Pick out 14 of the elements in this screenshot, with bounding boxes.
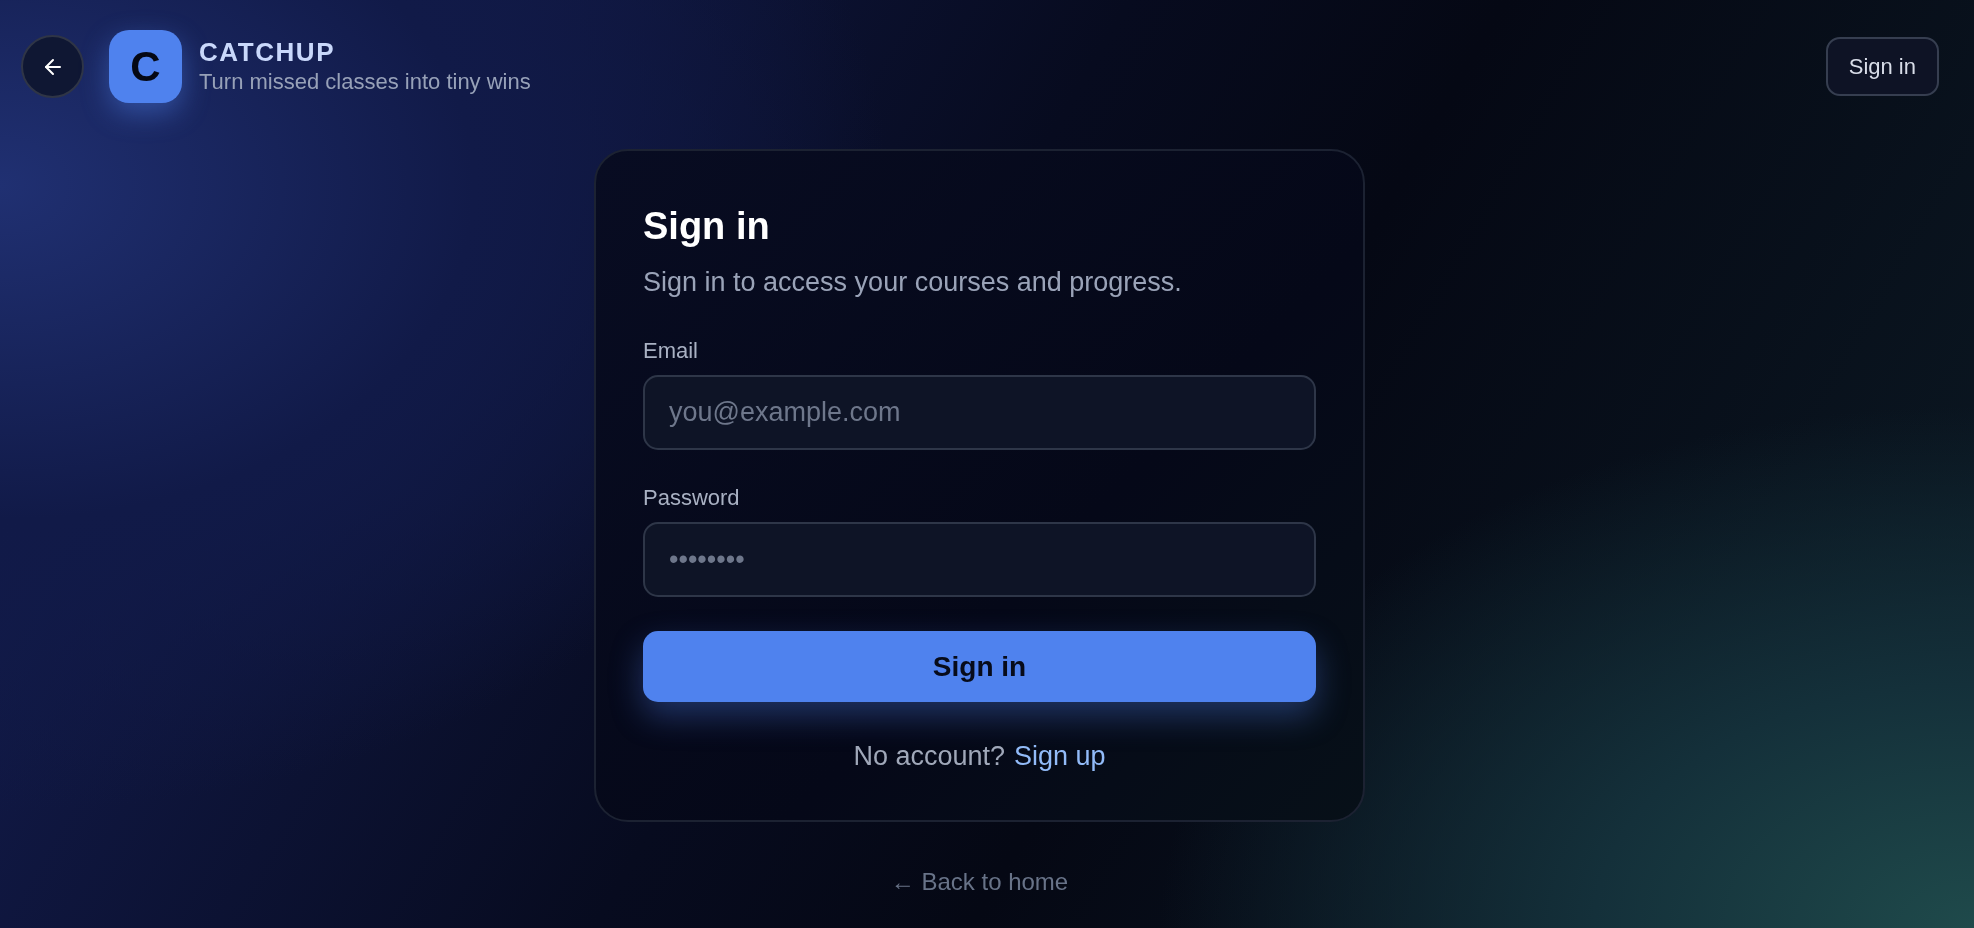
card-title: Sign in <box>643 204 771 249</box>
field-label: Password <box>643 484 741 512</box>
back-to-home-link[interactable]: ← Back to home <box>890 867 1069 897</box>
brand-name: CATCHUP <box>199 36 337 67</box>
card-subtitle: Sign in to access your courses and progress. <box>643 266 1183 299</box>
logo-tile: C <box>109 30 182 103</box>
input-field[interactable]: you@example.com <box>643 375 1316 450</box>
field-label: Email <box>643 337 699 365</box>
sign-in-button[interactable]: Sign in <box>1825 37 1939 96</box>
input-field[interactable]: •••••••• <box>643 522 1316 597</box>
submit-button[interactable]: Sign in <box>643 631 1316 702</box>
brand-tagline: Turn missed classes into tiny wins <box>199 67 531 96</box>
no-account-text: No account? <box>853 740 1005 773</box>
sign-up-link[interactable]: Sign up <box>1014 739 1106 773</box>
